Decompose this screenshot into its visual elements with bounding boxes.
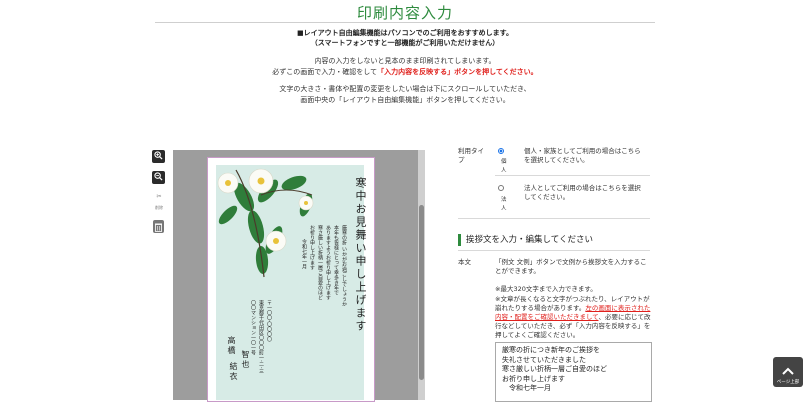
greeting-desc: 「例文 文例」ボタンで文例から挨拶文を入力することができます。 — [495, 258, 647, 275]
trash-icon — [155, 217, 162, 236]
zoom-out-button[interactable] — [152, 171, 165, 184]
card-body-line: 厳寒の折 いかがお過ごしでしょうか — [341, 225, 347, 307]
notice-line-3: 内容の入力をしないと見本のまま印刷されてしまいます。 — [314, 57, 496, 65]
cut-button[interactable]: ✂ — [152, 193, 166, 200]
usage-corporate-desc: 法人としてご利用の場合はこちらを選択してください。 — [524, 184, 641, 201]
notice-line-2: （スマートフォンですと一部機能がご利用いただけません） — [310, 39, 500, 47]
notice-line-6: 画面中央の「レイアウト自由編集機能」ボタンを押してください。 — [300, 96, 510, 104]
card-body[interactable]: 厳寒の折 いかがお過ごしでしょうか 本年も皆様にとって幸多き年で ありますようお… — [300, 225, 348, 307]
notice-line-1: ■レイアウト自由編集機能はパソコンでのご利用をおすすめします。 — [297, 29, 513, 37]
notice-line-4-prefix: 必ずこの画面で入力・確認をして — [272, 68, 378, 76]
card-address-line: 東京都千代田区〇〇〇町一-二-三 — [258, 300, 264, 374]
greeting-section-heading: 挨拶文を入力・編集してください — [458, 234, 666, 246]
page-title: 印刷内容入力 — [356, 4, 453, 22]
usage-type-label: 利用タイプ — [458, 147, 484, 164]
usage-individual-desc: 個人・家族としてご利用の場合はこちらを選択してください。 — [524, 147, 641, 164]
page-top-label: ページ上部 — [776, 380, 800, 385]
card-body-line: 寒さ厳しい折柄一層ご自愛のほど — [317, 225, 323, 300]
card-body-line: 本年も皆様にとって幸多き年で — [333, 225, 339, 295]
card-body-line: お祈り申し上げます — [309, 225, 315, 270]
card-given-name-1[interactable]: 智也 — [240, 350, 251, 370]
greeting-body-label: 本文 — [458, 258, 471, 266]
canvas-scrollbar-thumb[interactable] — [419, 205, 424, 380]
usage-corporate-radio[interactable] — [498, 185, 504, 191]
usage-individual-label: 個人 — [501, 159, 507, 174]
zoom-in-icon — [154, 150, 163, 163]
textarea-line: 令和七年一月 — [502, 384, 551, 392]
chevron-up-icon — [773, 361, 803, 380]
notice-line-4-red: 「入力内容を反映する」ボタンを押してください。 — [377, 68, 538, 76]
usage-corporate-label: 法人 — [501, 197, 507, 212]
greeting-note-1: ※最大320文字まで入力できます。 — [495, 285, 597, 293]
textarea-line: 失礼させていただきました — [502, 355, 586, 364]
zoom-out-icon — [154, 171, 163, 184]
greeting-divider — [458, 250, 650, 251]
textarea-line: 寒さ厳しい折柄一層ご自愛のほど — [502, 365, 607, 373]
greeting-textarea[interactable]: 厳寒の折につき新年のご挨拶を 失礼させていただきました 寒さ厳しい折柄一層ご自愛… — [495, 342, 652, 402]
usage-divider — [495, 175, 650, 176]
textarea-line: 厳寒の折につき新年のご挨拶を — [502, 346, 600, 354]
card-address-line: 〒一〇〇-〇〇〇〇 — [266, 300, 272, 342]
card-address-line: 〇〇マンション一〇一号 — [250, 300, 256, 355]
usage-individual-radio[interactable] — [498, 148, 504, 154]
title-divider — [155, 22, 655, 23]
card-heading[interactable]: 寒中お見舞い申し上げます — [352, 177, 368, 333]
section-divider — [458, 218, 650, 219]
card-given-name-2[interactable]: 結衣 — [228, 362, 239, 382]
notice-line-4: 必ずこの画面で入力・確認をして「入力内容を反映する」ボタンを押してください。 — [0, 67, 810, 77]
greeting-notes: ※文章が長くなると文字がつぶれたり、レイアウトが崩れたりする場合があります。左の… — [495, 295, 653, 340]
card-family-name[interactable]: 高橋 — [226, 336, 237, 356]
textarea-line: お祈り申し上げます — [502, 374, 565, 383]
card-address[interactable]: 〒一〇〇-〇〇〇〇 東京都千代田区〇〇〇町一-二-三 〇〇マンション一〇一号 — [250, 300, 273, 395]
scissors-icon: ✂ — [156, 193, 162, 200]
card-body-line: ありますようお祈り申し上げます — [325, 225, 331, 300]
page-top-button[interactable]: ページ上部 — [773, 357, 803, 387]
trash-button[interactable] — [153, 220, 164, 233]
notice-line-5: 文字の大きさ・書体や配置の変更をしたい場合は下にスクロールしていただき、 — [279, 85, 531, 93]
card-date: 令和七年一月 — [301, 239, 307, 269]
delete-label: 削除 — [155, 205, 163, 210]
zoom-in-button[interactable] — [152, 150, 165, 163]
